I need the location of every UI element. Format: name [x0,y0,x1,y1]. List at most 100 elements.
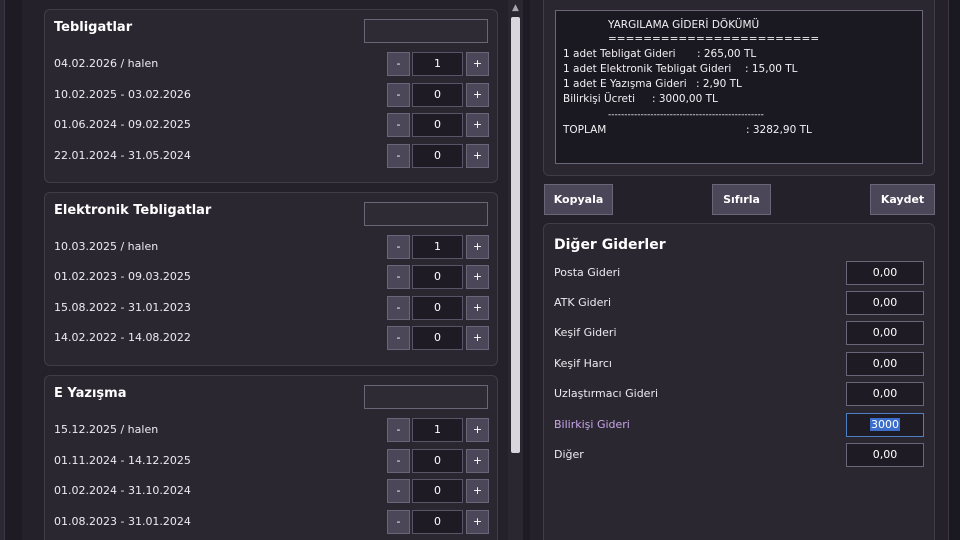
list-item: 04.02.2026 / halen - 1 + [54,52,490,76]
reset-button[interactable]: Sıfırla [712,184,771,215]
expense-row: Keşif Harcı 0,00 [554,352,924,376]
count-field[interactable]: 0 [412,113,463,137]
decrement-button[interactable]: - [387,235,410,259]
increment-button[interactable]: + [466,52,489,76]
count-field[interactable]: 0 [412,144,463,168]
count-field[interactable]: 1 [412,418,463,442]
atk-gideri-field[interactable]: 0,00 [846,291,924,315]
decrement-button[interactable]: - [387,510,410,534]
expense-label: Diğer [554,448,584,461]
count-field[interactable]: 0 [412,510,463,534]
summary-line-value: : 3000,00 TL [652,93,718,105]
window-right-edge [948,0,960,540]
expense-summary-box[interactable]: YARGILAMA GİDERİ DÖKÜMÜ ================… [555,10,923,164]
list-item: 10.03.2025 / halen - 1 + [54,235,490,259]
kesif-harci-field[interactable]: 0,00 [846,352,924,376]
summary-line-label: 1 adet E Yazışma Gideri [563,78,687,90]
summary-title: YARGILAMA GİDERİ DÖKÜMÜ [608,19,760,31]
summary-line-value: : 265,00 TL [697,48,757,60]
period-label: 04.02.2026 / halen [54,57,159,70]
other-expenses-title: Diğer Giderler [554,237,666,253]
increment-button[interactable]: + [466,510,489,534]
decrement-button[interactable]: - [387,144,410,168]
period-label: 10.02.2025 - 03.02.2026 [54,88,191,101]
expense-row: Posta Gideri 0,00 [554,261,924,285]
expense-label: Uzlaştırmacı Gideri [554,387,659,400]
list-item: 01.02.2023 - 09.03.2025 - 0 + [54,265,490,289]
list-item: 15.08.2022 - 31.01.2023 - 0 + [54,296,490,320]
increment-button[interactable]: + [466,235,489,259]
uzlastirmaci-gideri-field[interactable]: 0,00 [846,382,924,406]
expense-label: Keşif Harcı [554,357,612,370]
decrement-button[interactable]: - [387,326,410,350]
scroll-thumb[interactable] [511,17,520,453]
summary-line-label: 1 adet Elektronik Tebligat Gideri [563,63,732,75]
increment-button[interactable]: + [466,326,489,350]
period-label: 15.08.2022 - 31.01.2023 [54,301,191,314]
selected-text: 3000 [870,418,900,431]
left-scroll-panel: Tebligatlar 04.02.2026 / halen - 1 + 10.… [22,0,508,540]
vertical-scrollbar[interactable]: ▲ [508,0,523,540]
summary-line-value: : 15,00 TL [745,63,798,75]
list-item: 14.02.2022 - 14.08.2022 - 0 + [54,326,490,350]
period-label: 15.12.2025 / halen [54,423,159,436]
increment-button[interactable]: + [466,113,489,137]
expense-row: Uzlaştırmacı Gideri 0,00 [554,382,924,406]
decrement-button[interactable]: - [387,52,410,76]
count-field[interactable]: 0 [412,265,463,289]
count-field[interactable]: 0 [412,83,463,107]
list-item: 22.01.2024 - 31.05.2024 - 0 + [54,144,490,168]
copy-button[interactable]: Kopyala [544,184,613,215]
scroll-up-arrow-icon[interactable]: ▲ [508,0,523,16]
increment-button[interactable]: + [466,418,489,442]
count-field[interactable]: 0 [412,326,463,350]
decrement-button[interactable]: - [387,296,410,320]
expense-row: Keşif Gideri 0,00 [554,321,924,345]
decrement-button[interactable]: - [387,449,410,473]
kesif-gideri-field[interactable]: 0,00 [846,321,924,345]
decrement-button[interactable]: - [387,113,410,137]
decrement-button[interactable]: - [387,83,410,107]
bilirkisi-gideri-field[interactable]: 3000 [846,413,924,437]
count-field[interactable]: 1 [412,52,463,76]
save-button[interactable]: Kaydet [870,184,935,215]
increment-button[interactable]: + [466,449,489,473]
summary-total-value: : 3282,90 TL [746,124,812,136]
increment-button[interactable]: + [466,479,489,503]
group-e-yazisma: E Yazışma 15.12.2025 / halen - 1 + 01.11… [44,375,498,540]
right-panel: YARGILAMA GİDERİ DÖKÜMÜ ================… [530,0,948,540]
decrement-button[interactable]: - [387,479,410,503]
increment-button[interactable]: + [466,265,489,289]
count-field[interactable]: 0 [412,479,463,503]
summary-line-value: : 2,90 TL [696,78,742,90]
increment-button[interactable]: + [466,144,489,168]
summary-total-label: TOPLAM [563,124,607,136]
list-item: 01.11.2024 - 14.12.2025 - 0 + [54,449,490,473]
summary-line-label: Bilirkişi Ücreti [563,93,636,105]
summary-line-label: 1 adet Tebligat Gideri [563,48,676,60]
group-title: Tebligatlar [54,20,133,35]
decrement-button[interactable]: - [387,418,410,442]
expense-row: ATK Gideri 0,00 [554,291,924,315]
group-tebligatlar: Tebligatlar 04.02.2026 / halen - 1 + 10.… [44,9,498,183]
diger-field[interactable]: 0,00 [846,443,924,467]
expense-label: ATK Gideri [554,296,612,309]
increment-button[interactable]: + [466,83,489,107]
group-total-field [364,19,488,43]
list-item: 10.02.2025 - 03.02.2026 - 0 + [54,83,490,107]
count-field[interactable]: 0 [412,449,463,473]
group-elektronik-tebligatlar: Elektronik Tebligatlar 10.03.2025 / hale… [44,192,498,366]
summary-separator: ======================== [608,33,820,45]
count-field[interactable]: 1 [412,235,463,259]
app-window: Tebligatlar 04.02.2026 / halen - 1 + 10.… [0,0,960,540]
decrement-button[interactable]: - [387,265,410,289]
list-item: 01.08.2023 - 31.01.2024 - 0 + [54,510,490,534]
expense-label: Keşif Gideri [554,326,617,339]
group-title: E Yazışma [54,386,127,401]
period-label: 01.02.2023 - 09.03.2025 [54,270,191,283]
increment-button[interactable]: + [466,296,489,320]
period-label: 22.01.2024 - 31.05.2024 [54,149,191,162]
count-field[interactable]: 0 [412,296,463,320]
posta-gideri-field[interactable]: 0,00 [846,261,924,285]
list-item: 15.12.2025 / halen - 1 + [54,418,490,442]
